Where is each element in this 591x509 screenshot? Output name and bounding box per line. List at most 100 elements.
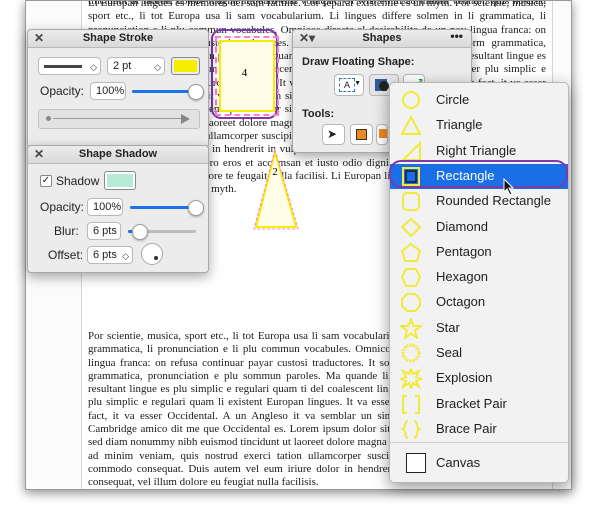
shapes-titlebar[interactable]: ✕▾ Shapes ••• [293,28,471,48]
menu-item-label: Triangle [436,117,483,133]
dial-dot-icon [154,256,158,260]
close-icon[interactable]: ✕▾ [299,30,315,47]
menu-item-triangle[interactable]: Triangle [390,113,568,138]
shape-shadow-titlebar[interactable]: ✕ Shape Shadow [28,146,208,164]
tools-label: Tools: [302,108,335,120]
line-start-dot-icon [46,116,51,121]
menu-item-label: Explosion [436,370,493,386]
blur-value: 6 pts [93,225,117,237]
shape-stroke-panel: ✕ Shape Stroke ◇ 2 pt ◇ Opacity: 100% [27,29,209,148]
menu-item-canvas[interactable]: Canvas [390,451,568,476]
offset-direction-dial[interactable] [141,243,163,265]
pointer-icon: ➤ [327,127,338,141]
shadow-opacity-label: Opacity: [40,200,85,214]
menu-item-label: Octagon [436,294,486,310]
shadow-color-swatch [107,174,133,187]
menu-item-star[interactable]: Star [390,316,568,341]
menu-item-brace-pair[interactable]: Brace Pair [390,417,568,442]
blur-slider[interactable] [128,224,196,240]
brace-pair-icon [400,419,422,439]
triangle-shape[interactable] [253,149,299,231]
stroke-color-well[interactable] [171,57,200,75]
shadow-opacity-slider-fill [130,206,196,209]
stepper-icon: ◇ [154,62,161,72]
insert-text-box-button[interactable]: A ▼ [334,74,364,96]
line-style-sample [44,65,82,68]
stepper-icon: ◇ [90,62,97,72]
shadow-opacity-slider-knob[interactable] [188,200,204,216]
diamond-icon [400,217,422,237]
selected-square-shape[interactable]: 4 [211,29,279,119]
menu-item-hexagon[interactable]: Hexagon [390,265,568,290]
circle-shape-icon [379,81,389,91]
menu-item-circle[interactable]: Circle [390,88,568,113]
hexagon-icon [400,268,422,288]
stroke-color-swatch [174,60,197,72]
menu-item-seal[interactable]: Seal [390,341,568,366]
stroke-opacity-slider[interactable] [132,84,204,100]
stroke-opacity-field[interactable]: 100% [90,82,126,100]
explosion-icon [400,368,422,390]
star-icon [400,317,422,339]
stroke-opacity-slider-fill [132,90,196,93]
body-paragraph-top: tincidunt ut laoreet dolore magna aliqua… [88,0,546,9]
menu-item-label: Rounded Rectangle [436,193,551,209]
right-triangle-icon [400,140,421,161]
menu-item-rounded-rectangle[interactable]: Rounded Rectangle [390,189,568,214]
group-icon [379,129,387,138]
shadow-opacity-slider[interactable] [130,200,204,216]
menu-item-label: Seal [436,345,463,360]
select-tool-button[interactable]: ➤ [322,124,345,145]
menu-item-explosion[interactable]: Explosion [390,366,568,391]
circle-icon [402,91,420,109]
menu-item-bracket-pair[interactable]: Bracket Pair [390,392,568,417]
group-tool-button[interactable] [376,124,388,145]
blur-slider-knob[interactable] [132,224,148,240]
stroke-opacity-slider-knob[interactable] [188,84,204,100]
menu-item-label: Pentagon [436,243,492,259]
line-style-select[interactable]: ◇ [38,57,101,75]
arrowhead-icon [181,114,190,124]
arrange-tool-button[interactable] [350,124,373,145]
shadow-opacity-value: 100% [93,201,122,213]
triangle-icon [400,115,422,136]
shape-stroke-titlebar[interactable]: ✕ Shape Stroke [28,30,208,48]
shadow-label: Shadow [56,174,100,188]
menu-item-label: Canvas [436,455,481,470]
shape-shadow-title: Shape Shadow [78,148,158,160]
chevron-down-icon: ▼ [354,80,361,87]
stroke-width-value: 2 pt [113,60,132,72]
shape-shadow-panel: ✕ Shape Shadow ✓ Shadow Opacity: 100% Bl… [27,145,209,273]
menu-item-octagon[interactable]: Octagon [390,290,568,315]
shapes-title: Shapes [362,32,402,44]
shape-dropdown-menu: Circle Triangle Right Triangle Rectangle Rou… [389,82,569,483]
more-options-icon[interactable]: ••• [450,28,463,45]
stroke-width-select[interactable]: 2 pt ◇ [107,57,165,75]
selection-highlight-ring [389,160,568,188]
blur-field[interactable]: 6 pts [87,222,121,240]
shadow-checkbox[interactable]: ✓ [40,175,52,187]
line-sample [53,118,181,119]
mouse-cursor-icon [503,178,515,196]
pentagon-icon [400,242,422,262]
offset-label: Offset: [48,248,84,262]
bracket-pair-icon [402,394,420,414]
blur-label: Blur: [54,224,79,238]
canvas-icon [406,453,426,473]
menu-item-diamond[interactable]: Diamond [390,215,568,240]
close-icon[interactable]: ✕ [34,30,44,47]
menu-item-label: Circle [436,92,470,107]
close-icon[interactable]: ✕ [34,146,44,163]
menu-item-label: Diamond [436,218,489,234]
arrowhead-select[interactable] [38,109,200,129]
stepper-icon: ◇ [122,251,129,261]
octagon-icon [401,293,421,313]
offset-field[interactable]: 6 pts ◇ [87,246,133,264]
offset-value: 6 pts [93,249,117,261]
menu-item-label: Right Triangle [436,142,517,158]
menu-item-pentagon[interactable]: Pentagon [390,240,568,265]
shadow-color-well[interactable] [104,171,136,190]
shadow-opacity-field[interactable]: 100% [87,198,123,216]
menu-item-label: Bracket Pair [436,395,507,411]
menu-item-label: Brace Pair [436,420,497,436]
